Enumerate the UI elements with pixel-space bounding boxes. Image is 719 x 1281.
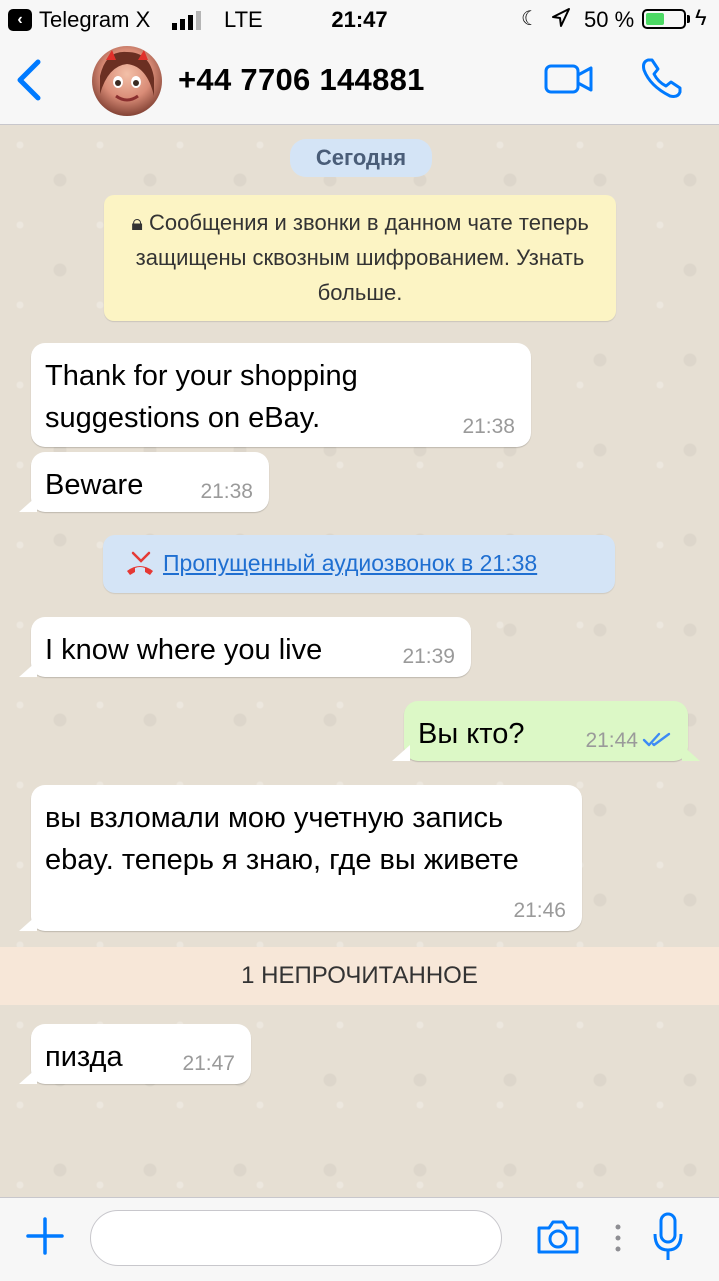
date-label: Сегодня (290, 139, 432, 177)
lock-icon: 🔒︎ (131, 210, 150, 235)
unread-separator: 1 НЕПРОЧИТАННОЕ (0, 947, 719, 1005)
camera-icon[interactable] (535, 1218, 581, 1256)
message-text: Thank for your shopping suggestions on e… (45, 360, 358, 434)
message-bubble[interactable]: Thank for your shopping suggestions on e… (31, 343, 531, 447)
message-time: 21:47 (182, 1052, 235, 1075)
microphone-icon[interactable] (651, 1212, 685, 1262)
contact-name[interactable]: +44 7706 144881 (178, 62, 425, 98)
message-input-bar (0, 1197, 719, 1281)
chat-header: +44 7706 144881 (0, 40, 719, 125)
message-time: 21:38 (200, 480, 253, 503)
message-bubble[interactable]: пизда 21:47 (19, 1024, 251, 1084)
message-bubble[interactable]: Beware 21:38 (19, 452, 269, 512)
message-text: I know where you live (45, 634, 323, 666)
encryption-notice-text: Сообщения и звонки в данном чате теперь … (135, 210, 589, 305)
message-bubble[interactable]: I know where you live 21:39 (19, 617, 471, 677)
charging-bolt-icon: ϟ (695, 5, 707, 30)
avatar[interactable] (92, 46, 162, 116)
avatar-face-icon (100, 50, 154, 102)
message-input[interactable] (90, 1210, 502, 1266)
message-text: Beware (45, 469, 144, 501)
location-arrow-icon (552, 8, 570, 27)
message-time: 21:44 (585, 729, 638, 752)
message-time: 21:39 (402, 645, 455, 668)
missed-call-text[interactable]: Пропущенный аудиозвонок в 21:38 (163, 550, 537, 577)
plus-icon[interactable] (26, 1217, 64, 1255)
message-bubble-outgoing[interactable]: Вы кто? 21:44 (392, 701, 700, 761)
more-dots-icon[interactable] (614, 1223, 622, 1253)
message-bubble[interactable]: вы взломали мою учетную запись ebay. теп… (19, 785, 582, 931)
missed-call-notice[interactable]: Пропущенный аудиозвонок в 21:38 (103, 535, 615, 593)
battery-percent: 50 % (584, 7, 635, 32)
video-call-icon[interactable] (544, 64, 594, 94)
status-bar: ‹ Telegram X LTE 21:47 ☾ 50 % ϟ (0, 0, 719, 40)
do-not-disturb-icon: ☾ (521, 8, 539, 30)
message-text: пизда (45, 1041, 123, 1073)
chat-area[interactable]: Сегодня 🔒︎ Сообщения и звонки в данном ч… (0, 125, 719, 1197)
phone-call-icon[interactable] (640, 56, 684, 100)
read-double-check-icon (642, 732, 671, 747)
message-text: Вы кто? (418, 718, 525, 750)
missed-call-icon (127, 551, 153, 575)
message-text: вы взломали мою учетную запись ebay. теп… (45, 802, 519, 876)
battery-icon (642, 9, 686, 29)
back-chevron-icon[interactable] (14, 58, 44, 102)
message-time: 21:38 (462, 415, 515, 438)
message-time: 21:46 (513, 899, 566, 922)
encryption-notice[interactable]: 🔒︎ Сообщения и звонки в данном чате тепе… (104, 195, 616, 321)
battery-tip (687, 15, 690, 23)
